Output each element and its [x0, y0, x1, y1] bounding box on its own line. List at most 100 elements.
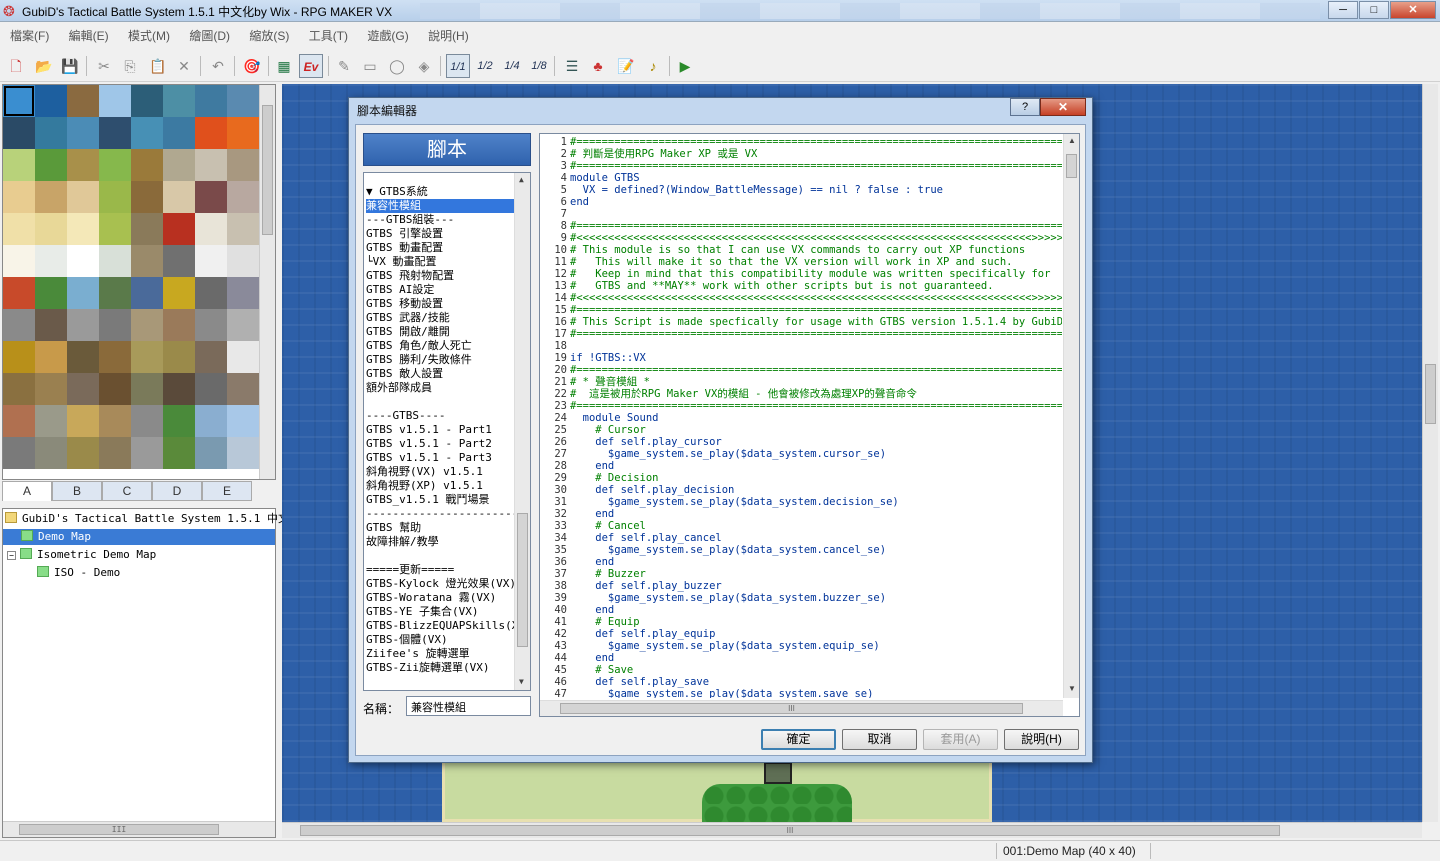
- script-list-item[interactable]: Ziifee's 旋轉選單: [366, 647, 514, 661]
- tile[interactable]: [35, 181, 67, 213]
- tile[interactable]: [99, 405, 131, 437]
- tile[interactable]: [35, 277, 67, 309]
- scroll-thumb[interactable]: [1425, 364, 1436, 424]
- material-studio-icon[interactable]: ♣: [586, 54, 610, 78]
- tile-grid[interactable]: [3, 85, 261, 479]
- tile[interactable]: [99, 85, 131, 117]
- tile[interactable]: [195, 277, 227, 309]
- tile-layer-icon[interactable]: ▦: [272, 54, 296, 78]
- tile[interactable]: [227, 437, 259, 469]
- pencil-icon[interactable]: ✎: [332, 54, 356, 78]
- menu-game[interactable]: 遊戲(G): [357, 24, 414, 44]
- script-list-item[interactable]: ----GTBS----: [366, 409, 514, 423]
- map-hscrollbar[interactable]: III: [282, 822, 1422, 838]
- zoom-1-1-icon[interactable]: 1/1: [446, 54, 470, 78]
- tree-item-iso-demo[interactable]: ISO - Demo: [37, 565, 120, 581]
- tile[interactable]: [195, 149, 227, 181]
- map-vscrollbar[interactable]: [1422, 84, 1438, 822]
- tileset-scrollbar[interactable]: [259, 85, 275, 479]
- tile[interactable]: [131, 309, 163, 341]
- tile[interactable]: [227, 277, 259, 309]
- tile[interactable]: [163, 405, 195, 437]
- tile[interactable]: [3, 213, 35, 245]
- tree-item-demo-map[interactable]: Demo Map: [3, 529, 275, 545]
- dialog-close-button[interactable]: ✕: [1040, 98, 1086, 116]
- tile[interactable]: [67, 405, 99, 437]
- tile[interactable]: [35, 245, 67, 277]
- tile[interactable]: [67, 373, 99, 405]
- tile[interactable]: [163, 213, 195, 245]
- tile[interactable]: [195, 213, 227, 245]
- tree-item-isometric-demo-map[interactable]: − Isometric Demo Map: [7, 547, 156, 563]
- script-list-item[interactable]: GTBS v1.5.1 - Part1: [366, 423, 514, 437]
- script-list-item[interactable]: GTBS-BlizzEQUAPSkills(XP: [366, 619, 514, 633]
- copy-icon[interactable]: ⎘: [118, 54, 142, 78]
- tile[interactable]: [35, 341, 67, 373]
- tile[interactable]: [163, 341, 195, 373]
- sound-test-icon[interactable]: ♪: [641, 54, 665, 78]
- tileset-palette[interactable]: [2, 84, 276, 480]
- tile[interactable]: [67, 245, 99, 277]
- menu-draw[interactable]: 繪圖(D): [179, 24, 236, 44]
- script-list-item[interactable]: GTBS 幫助: [366, 521, 514, 535]
- tile[interactable]: [163, 309, 195, 341]
- tile[interactable]: [131, 437, 163, 469]
- tile[interactable]: [195, 405, 227, 437]
- tile[interactable]: [227, 309, 259, 341]
- fill-icon[interactable]: ◈: [412, 54, 436, 78]
- tile[interactable]: [67, 149, 99, 181]
- tile[interactable]: [3, 373, 35, 405]
- script-list-item[interactable]: 斜角視野(VX) v1.5.1: [366, 465, 514, 479]
- menu-scale[interactable]: 縮放(S): [239, 24, 295, 44]
- tab-b[interactable]: B: [52, 481, 102, 501]
- tile[interactable]: [35, 117, 67, 149]
- tile[interactable]: [163, 85, 195, 117]
- tile[interactable]: [99, 117, 131, 149]
- script-list-item[interactable]: GTBS 角色/敵人死亡: [366, 339, 514, 353]
- tile[interactable]: [195, 181, 227, 213]
- tile[interactable]: [131, 213, 163, 245]
- ok-button[interactable]: 確定: [761, 729, 836, 750]
- tile[interactable]: [195, 437, 227, 469]
- scroll-up-arrow[interactable]: ▲: [519, 175, 524, 184]
- tile[interactable]: [195, 373, 227, 405]
- scroll-up-arrow[interactable]: ▲: [1068, 136, 1076, 145]
- script-list-item[interactable]: GTBS AI設定: [366, 283, 514, 297]
- event-layer-icon[interactable]: Ev: [299, 54, 323, 78]
- script-list-item[interactable]: [366, 549, 514, 563]
- code-area[interactable]: 1 #======================================…: [540, 136, 1062, 698]
- tile[interactable]: [227, 85, 259, 117]
- database-icon[interactable]: ☰: [560, 54, 584, 78]
- scroll-thumb[interactable]: [1066, 154, 1077, 178]
- code-vscrollbar[interactable]: ▲ ▼: [1063, 134, 1079, 698]
- script-list-item[interactable]: GTBS 動畫配置: [366, 241, 514, 255]
- script-list-item[interactable]: 兼容性模組: [366, 199, 514, 213]
- scroll-thumb[interactable]: III: [300, 825, 1280, 836]
- new-project-icon[interactable]: 🗋: [4, 54, 28, 78]
- tile[interactable]: [163, 149, 195, 181]
- script-list-item[interactable]: GTBS-Zii旋轉選單(VX): [366, 661, 514, 675]
- script-list-item[interactable]: 額外部隊成員: [366, 381, 514, 395]
- cancel-button[interactable]: 取消: [842, 729, 917, 750]
- help-button[interactable]: 說明(H): [1004, 729, 1079, 750]
- cut-icon[interactable]: ✂: [92, 54, 116, 78]
- undo-icon[interactable]: ↶: [206, 54, 230, 78]
- minimize-button[interactable]: ─: [1328, 1, 1358, 19]
- tile[interactable]: [99, 341, 131, 373]
- tile[interactable]: [67, 117, 99, 149]
- code-editor[interactable]: 1 #======================================…: [539, 133, 1080, 717]
- tile[interactable]: [99, 277, 131, 309]
- tile[interactable]: [131, 85, 163, 117]
- tile[interactable]: [67, 213, 99, 245]
- scroll-thumb[interactable]: [262, 105, 273, 235]
- tile[interactable]: [3, 405, 35, 437]
- tile[interactable]: [131, 181, 163, 213]
- scroll-thumb[interactable]: III: [19, 824, 219, 835]
- script-editor-icon[interactable]: 📝: [614, 54, 638, 78]
- tab-a[interactable]: A: [2, 481, 52, 501]
- tile[interactable]: [3, 149, 35, 181]
- script-list-item[interactable]: └VX 動畫配置: [366, 255, 514, 269]
- tile[interactable]: [227, 181, 259, 213]
- tile[interactable]: [227, 341, 259, 373]
- tile[interactable]: [35, 437, 67, 469]
